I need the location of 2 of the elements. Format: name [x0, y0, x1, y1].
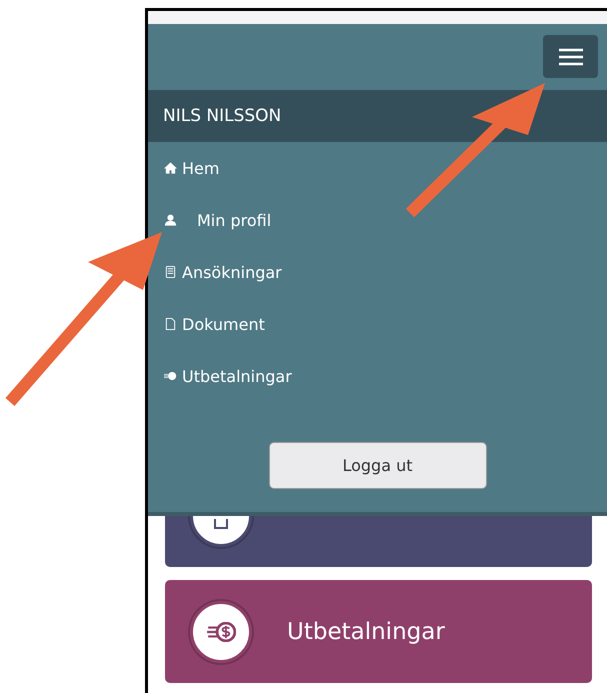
- user-name: NILS NILSSON: [163, 106, 282, 126]
- card-label: Utbetalningar: [287, 618, 445, 644]
